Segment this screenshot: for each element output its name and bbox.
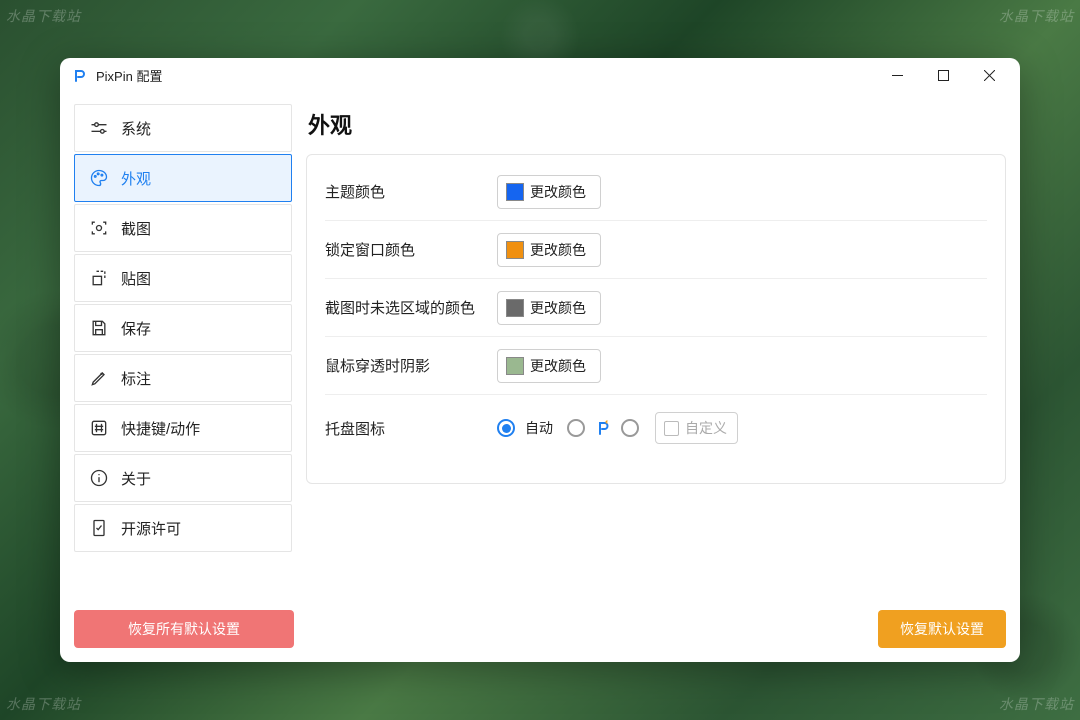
restore-defaults-button[interactable]: 恢复默认设置 <box>878 610 1006 648</box>
sidebar-item-system[interactable]: 系统 <box>74 104 292 152</box>
sliders-icon <box>89 118 109 138</box>
save-icon <box>89 318 109 338</box>
button-label: 更改颜色 <box>530 182 586 202</box>
label-lock-window-color: 锁定窗口颜色 <box>325 239 497 260</box>
license-icon <box>89 518 109 538</box>
minimize-button[interactable] <box>874 60 920 92</box>
sidebar-item-label: 贴图 <box>121 268 151 289</box>
sidebar-item-about[interactable]: 关于 <box>74 454 292 502</box>
watermark: 水晶下载站 <box>6 6 81 26</box>
label-tray-icon: 托盘图标 <box>325 418 497 439</box>
sidebar-item-label: 开源许可 <box>121 518 181 539</box>
row-theme-color: 主题颜色 更改颜色 <box>325 163 987 221</box>
label-theme-color: 主题颜色 <box>325 181 497 202</box>
close-button[interactable] <box>966 60 1012 92</box>
sidebar-item-label: 外观 <box>121 168 151 189</box>
row-lock-window-color: 锁定窗口颜色 更改颜色 <box>325 221 987 279</box>
button-label: 更改颜色 <box>530 240 586 260</box>
maximize-button[interactable] <box>920 60 966 92</box>
capture-icon <box>89 218 109 238</box>
sidebar-item-save[interactable]: 保存 <box>74 304 292 352</box>
radio-auto-label: 自动 <box>525 418 553 438</box>
radio-p-icon[interactable] <box>567 419 585 437</box>
sidebar-item-label: 快捷键/动作 <box>121 418 200 439</box>
row-mouse-through-shadow: 鼠标穿透时阴影 更改颜色 <box>325 337 987 395</box>
color-swatch <box>506 241 524 259</box>
row-unselected-area-color: 截图时未选区域的颜色 更改颜色 <box>325 279 987 337</box>
settings-panel: 主题颜色 更改颜色 锁定窗口颜色 更改颜色 截图时未选区域的颜色 <box>306 154 1006 484</box>
sidebar-item-label: 标注 <box>121 368 151 389</box>
watermark: 水晶下载站 <box>999 694 1074 714</box>
titlebar: PixPin 配置 <box>60 58 1020 94</box>
pin-image-icon <box>89 268 109 288</box>
restore-all-defaults-button[interactable]: 恢复所有默认设置 <box>74 610 294 648</box>
change-lock-window-color-button[interactable]: 更改颜色 <box>497 233 601 267</box>
color-swatch <box>506 299 524 317</box>
custom-label: 自定义 <box>685 418 727 438</box>
radio-auto[interactable] <box>497 419 515 437</box>
color-swatch <box>506 183 524 201</box>
info-icon <box>89 468 109 488</box>
sidebar: 系统 外观 截图 贴图 <box>74 104 292 648</box>
sidebar-item-label: 截图 <box>121 218 151 239</box>
app-icon <box>72 68 88 84</box>
settings-window: PixPin 配置 系统 <box>60 58 1020 662</box>
custom-icon-picker[interactable]: 自定义 <box>655 412 738 444</box>
sidebar-item-label: 系统 <box>121 118 151 139</box>
sidebar-item-license[interactable]: 开源许可 <box>74 504 292 552</box>
button-label: 更改颜色 <box>530 356 586 376</box>
sidebar-item-shortcuts[interactable]: 快捷键/动作 <box>74 404 292 452</box>
page-heading: 外观 <box>308 108 1006 140</box>
pencil-icon <box>89 368 109 388</box>
sidebar-item-screenshot[interactable]: 截图 <box>74 204 292 252</box>
main-content: 外观 主题颜色 更改颜色 锁定窗口颜色 更改颜色 <box>306 104 1006 648</box>
sidebar-item-annotate[interactable]: 标注 <box>74 354 292 402</box>
watermark: 水晶下载站 <box>6 694 81 714</box>
palette-icon <box>89 168 109 188</box>
checkbox-icon <box>664 421 679 436</box>
hash-icon <box>89 418 109 438</box>
sidebar-item-pin[interactable]: 贴图 <box>74 254 292 302</box>
sidebar-item-appearance[interactable]: 外观 <box>74 154 292 202</box>
change-theme-color-button[interactable]: 更改颜色 <box>497 175 601 209</box>
sidebar-item-label: 关于 <box>121 468 151 489</box>
radio-custom[interactable] <box>621 419 639 437</box>
sidebar-item-label: 保存 <box>121 318 151 339</box>
row-tray-icon: 托盘图标 自动 自定义 <box>325 395 987 461</box>
footer: 恢复所有默认设置 恢复默认设置 <box>74 610 1006 648</box>
window-controls <box>874 60 1012 92</box>
color-swatch <box>506 357 524 375</box>
change-mouse-through-shadow-button[interactable]: 更改颜色 <box>497 349 601 383</box>
button-label: 更改颜色 <box>530 298 586 318</box>
watermark: 水晶下载站 <box>999 6 1074 26</box>
label-mouse-through-shadow: 鼠标穿透时阴影 <box>325 355 497 376</box>
p-logo-icon <box>595 420 611 436</box>
window-title: PixPin 配置 <box>96 66 162 85</box>
change-unselected-area-color-button[interactable]: 更改颜色 <box>497 291 601 325</box>
label-unselected-area-color: 截图时未选区域的颜色 <box>325 297 497 318</box>
tray-icon-radio-group: 自动 自定义 <box>497 412 738 444</box>
